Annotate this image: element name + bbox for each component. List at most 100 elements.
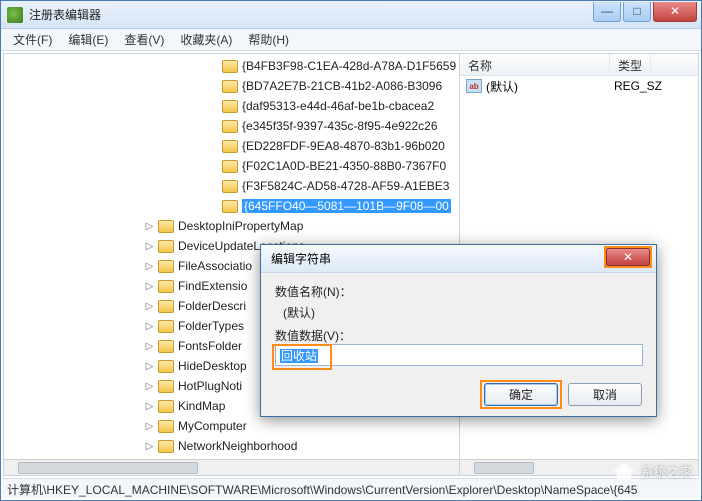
tree-item[interactable]: {645FFO40—5081—101B—9F08—00: [4, 196, 459, 216]
edit-string-dialog: 编辑字符串 ✕ 数值名称(N)： (默认) 数值数据(V)： 回收站 确定 取消: [260, 244, 657, 417]
tree-item[interactable]: {F02C1A0D-BE21-4350-88B0-7367F0: [4, 156, 459, 176]
maximize-button[interactable]: □: [623, 2, 651, 22]
expander-icon[interactable]: ▷: [144, 341, 155, 352]
tree-scroll-thumb[interactable]: [18, 462, 198, 474]
folder-icon: [222, 60, 238, 73]
minimize-button[interactable]: —: [593, 2, 621, 22]
tree-label: DesktopIniPropertyMap: [178, 219, 303, 233]
expander-icon[interactable]: [208, 161, 219, 172]
expander-icon[interactable]: [208, 101, 219, 112]
folder-icon: [222, 120, 238, 133]
folder-icon: [222, 200, 238, 213]
tree-item[interactable]: {F3F5824C-AD58-4728-AF59-A1EBE3: [4, 176, 459, 196]
tree-label: KindMap: [178, 399, 225, 413]
expander-icon[interactable]: ▷: [144, 441, 155, 452]
tree-label: MyComputer: [178, 419, 247, 433]
tree-label: {daf95313-e44d-46af-be1b-cbacea2: [242, 99, 434, 113]
value-name-static: (默认): [283, 304, 642, 321]
titlebar: 注册表编辑器 — □ ✕: [1, 1, 701, 29]
expander-icon[interactable]: [208, 81, 219, 92]
menu-edit[interactable]: 编辑(E): [62, 29, 114, 50]
expander-icon[interactable]: ▷: [144, 361, 155, 372]
value-type: REG_SZ: [614, 79, 662, 93]
expander-icon[interactable]: [208, 61, 219, 72]
value-name: (默认): [486, 78, 614, 95]
col-type[interactable]: 类型: [610, 54, 651, 75]
menu-view[interactable]: 查看(V): [118, 29, 170, 50]
string-icon: ab: [466, 79, 482, 93]
expander-icon[interactable]: ▷: [144, 401, 155, 412]
tree-label: NetworkNeighborhood: [178, 439, 297, 453]
expander-icon[interactable]: ▷: [144, 221, 155, 232]
tree-label: {F3F5824C-AD58-4728-AF59-A1EBE3: [242, 179, 449, 193]
list-row-default[interactable]: ab (默认) REG_SZ: [460, 76, 698, 96]
tree-scroll-h[interactable]: [4, 459, 459, 475]
tree-label: FontsFolder: [178, 339, 242, 353]
tree-item[interactable]: {e345f35f-9397-435c-8f95-4e922c26: [4, 116, 459, 136]
tree-item[interactable]: {ED228FDF-9EA8-4870-83b1-96b020: [4, 136, 459, 156]
menu-favorites[interactable]: 收藏夹(A): [174, 29, 238, 50]
menu-file[interactable]: 文件(F): [7, 29, 58, 50]
tree-item[interactable]: ▷ NetworkNeighborhood: [4, 436, 459, 456]
folder-icon: [158, 340, 174, 353]
folder-icon: [222, 80, 238, 93]
tree-label: HotPlugNoti: [178, 379, 242, 393]
dialog-title: 编辑字符串: [261, 245, 656, 273]
folder-icon: [158, 440, 174, 453]
folder-icon: [158, 300, 174, 313]
tree-label: HideDesktop: [178, 359, 247, 373]
tree-label: {B4FB3F98-C1EA-428d-A78A-D1F5659: [242, 59, 456, 73]
tree-label: FindExtensio: [178, 279, 247, 293]
expander-icon[interactable]: [208, 181, 219, 192]
folder-icon: [222, 180, 238, 193]
expander-icon[interactable]: ▷: [144, 301, 155, 312]
expander-icon[interactable]: ▷: [144, 381, 155, 392]
list-scroll-thumb[interactable]: [474, 462, 534, 474]
col-name[interactable]: 名称: [460, 54, 610, 75]
tree-label: {645FFO40—5081—101B—9F08—00: [242, 199, 451, 213]
expander-icon[interactable]: [208, 201, 219, 212]
regedit-icon: [7, 7, 23, 23]
expander-icon[interactable]: ▷: [144, 261, 155, 272]
folder-icon: [158, 420, 174, 433]
expander-icon[interactable]: [208, 121, 219, 132]
menubar: 文件(F) 编辑(E) 查看(V) 收藏夹(A) 帮助(H): [1, 29, 701, 51]
expander-icon[interactable]: ▷: [144, 321, 155, 332]
tree-label: FileAssociatio: [178, 259, 252, 273]
close-button[interactable]: ✕: [653, 2, 697, 22]
expander-icon[interactable]: ▷: [144, 281, 155, 292]
value-name-label: 数值名称(N)：: [275, 283, 642, 300]
tree-label: {e345f35f-9397-435c-8f95-4e922c26: [242, 119, 438, 133]
tree-label: {BD7A2E7B-21CB-41b2-A086-B3096: [242, 79, 442, 93]
tree-item[interactable]: {daf95313-e44d-46af-be1b-cbacea2: [4, 96, 459, 116]
value-data-input[interactable]: 回收站: [275, 344, 643, 366]
tree-label: {F02C1A0D-BE21-4350-88B0-7367F0: [242, 159, 446, 173]
ok-button[interactable]: 确定: [484, 383, 558, 406]
tree-label: {ED228FDF-9EA8-4870-83b1-96b020: [242, 139, 445, 153]
tree-label: FolderDescri: [178, 299, 246, 313]
dialog-close-button[interactable]: ✕: [606, 248, 650, 266]
folder-icon: [158, 280, 174, 293]
tree-item[interactable]: {B4FB3F98-C1EA-428d-A78A-D1F5659: [4, 56, 459, 76]
folder-icon: [158, 380, 174, 393]
tree-item[interactable]: ▷ MyComputer: [4, 416, 459, 436]
cancel-button[interactable]: 取消: [568, 383, 642, 406]
list-scroll-h[interactable]: [460, 459, 698, 475]
expander-icon[interactable]: ▷: [144, 421, 155, 432]
menu-help[interactable]: 帮助(H): [242, 29, 295, 50]
value-data-label: 数值数据(V)：: [275, 327, 642, 344]
expander-icon[interactable]: [208, 141, 219, 152]
folder-icon: [222, 140, 238, 153]
folder-icon: [158, 320, 174, 333]
folder-icon: [158, 260, 174, 273]
tree-label: FolderTypes: [178, 319, 244, 333]
folder-icon: [222, 100, 238, 113]
tree-item[interactable]: ▷ DesktopIniPropertyMap: [4, 216, 459, 236]
folder-icon: [222, 160, 238, 173]
folder-icon: [158, 360, 174, 373]
folder-icon: [158, 220, 174, 233]
status-bar: 计算机\HKEY_LOCAL_MACHINE\SOFTWARE\Microsof…: [3, 478, 699, 498]
tree-item[interactable]: {BD7A2E7B-21CB-41b2-A086-B3096: [4, 76, 459, 96]
folder-icon: [158, 400, 174, 413]
expander-icon[interactable]: ▷: [144, 241, 155, 252]
